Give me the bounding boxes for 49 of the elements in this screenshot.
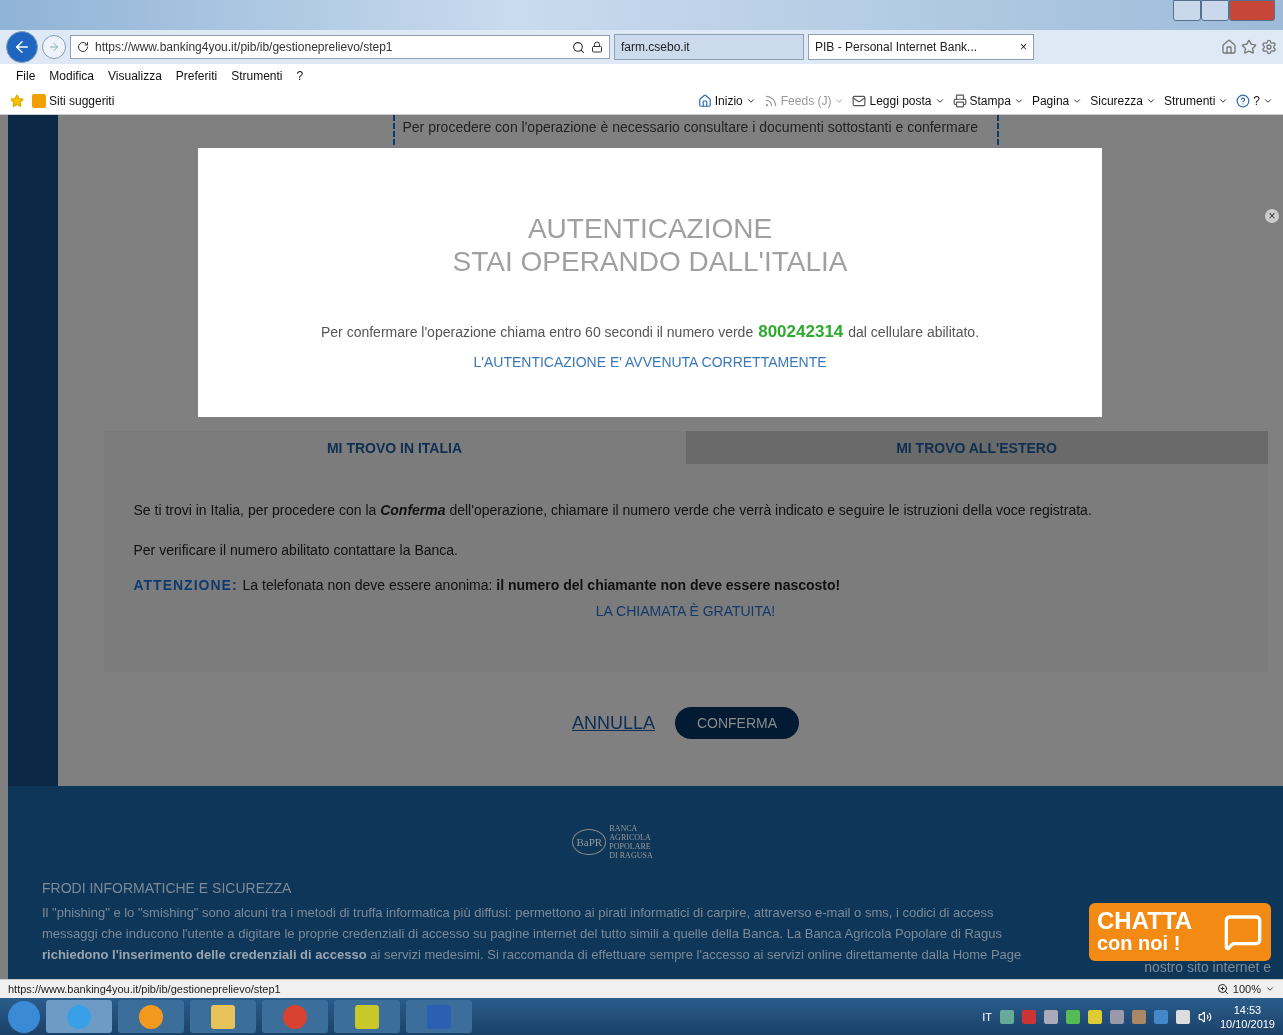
zoom-level[interactable]: 100% [1232,983,1261,995]
menu-item[interactable]: Strumenti [231,69,283,83]
menu-item[interactable]: Modifica [49,69,95,83]
chat-subtitle: con noi ! [1097,932,1182,954]
footer-heading: FRODI INFORMATICHE E SICUREZZA [42,880,293,896]
command-button[interactable]: Inizio [697,94,756,108]
status-url: https://www.banking4you.it/pib/ib/gestioneprelievo/step1 [8,983,281,995]
bank-logo-text: POPOLARE [609,842,652,851]
footer-text-line: richiedono l'inserimento delle credenziali di accesso ai servizi medesimi. Si raccomanda di effettuare sempre l'accesso ai servizi online direttamente dalla Home Page [42,946,1022,964]
dialog-message: Per confermare l'operazione chiama entro 60 secondi il numero verde [320,324,754,340]
address-bar[interactable]: https://www.banking4you.it/pib/ib/gestioneprelievo/step1 [70,35,610,59]
info-paragraph: Se ti trovi in Italia, per procedere con la Conferma dell'operazione, chiamare il numero verde che verrà indicato e seguire le istruzioni della voce registrata. [133,502,1093,518]
command-button[interactable]: Strumenti [1163,94,1229,108]
command-button[interactable]: Sicurezza [1090,94,1156,108]
menu-item[interactable]: ? [296,69,304,83]
menu-item[interactable]: Visualizza [108,69,162,83]
footer-text-line: nostro sito internet e [1144,959,1271,975]
notice-text: Per procedere con l'operazione è necessario consultare i documenti sottostanti e confermare [392,115,999,145]
dialog-message: dal cellulare abilitato. [848,324,980,340]
warning-label: ATTENZIONE: [133,577,238,593]
clock-date: 10/10/2019 [1219,1016,1275,1031]
info-paragraph: Per verificare il numero abilitato contattare la Banca. [133,542,459,558]
command-button[interactable]: Stampa [952,94,1024,108]
browser-tab[interactable]: farm.csebo.it [614,34,804,60]
language-indicator[interactable]: IT [982,1010,992,1023]
bank-logo-text: DI RAGUSA [609,851,653,860]
browser-tab[interactable]: PIB - Personal Internet Bank... × [808,34,1034,60]
command-button[interactable]: ? [1236,94,1273,108]
dialog-title: AUTENTICAZIONE [527,212,773,245]
warning-text: La telefonata non deve essere anonima: il numero del chiamante non deve essere nascosto! [242,577,841,593]
suggested-sites-link[interactable]: Siti suggeriti [32,94,115,108]
authentication-status: L'AUTENTICAZIONE E' AVVENUTA CORRETTAMENTE [473,354,827,370]
menu-item[interactable]: Preferiti [175,69,218,83]
chat-close-button[interactable]: × [1265,209,1279,223]
menu-item[interactable]: File [16,69,36,83]
chat-title: CHATTA [1097,910,1193,932]
confirm-button[interactable]: CONFERMA [674,707,800,739]
free-call-text: LA CHIAMATA È GRATUITA! [595,603,776,619]
clock-time: 14:53 [1233,1002,1262,1017]
command-button[interactable]: Pagina [1031,94,1083,108]
bank-logo-text: BANCA [609,824,639,833]
command-button[interactable]: Leggi posta [852,94,945,108]
tab-close-button[interactable]: × [1020,40,1027,54]
dialog-title: STAI OPERANDO DALL'ITALIA [452,245,848,278]
footer-text-line: messaggi che inducono l'utente a digitare le proprie credenziali di accesso su pagine internet del tutto simili a quelle della Banca. La Banca Agricola Popolare di Ragus [42,925,1002,943]
bank-logo-text: AGRICOLA [609,833,652,842]
footer-text-line: Il "phishing" e lo "smishing" sono alcuni tra i metodi di truffa informatica più diffusi: permettono ai pirati informatici di carpire, attraverso e-mail o sms, i codici di access [42,904,994,922]
phone-number: 800242314 [758,322,844,342]
url-text: https://www.banking4you.it/pib/ib/gestioneprelievo/step1 [95,40,393,54]
